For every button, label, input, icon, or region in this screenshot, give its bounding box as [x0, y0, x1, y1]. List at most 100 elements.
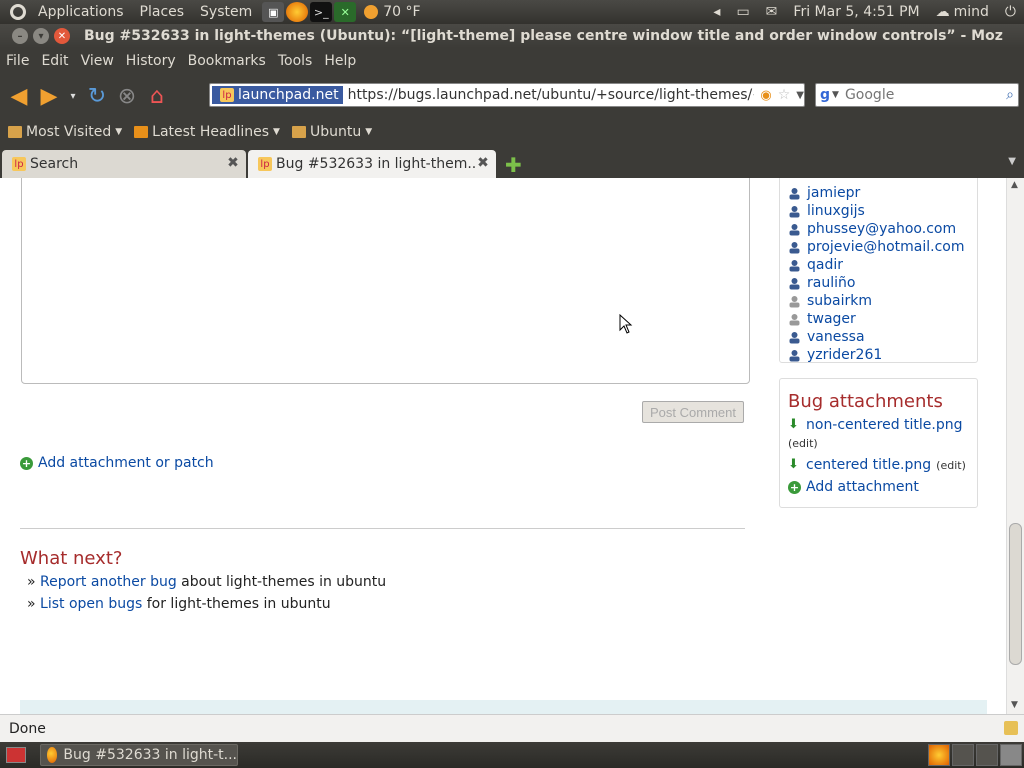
chevron-down-icon: ▼ — [273, 127, 280, 137]
subscriber-link[interactable]: linuxgijs — [807, 203, 865, 219]
battery-icon[interactable]: ▭ — [728, 0, 757, 24]
subscriber-link[interactable]: rauliño — [807, 275, 855, 291]
subscriber-link[interactable]: twager — [807, 311, 856, 327]
tab-list-icon[interactable]: ▼ — [1008, 156, 1016, 167]
google-engine-icon[interactable]: g — [820, 87, 830, 103]
url-input[interactable]: https://bugs.launchpad.net/ubuntu/+sourc… — [348, 87, 755, 103]
workspace-3[interactable] — [976, 744, 998, 766]
new-tab-icon[interactable]: ✚ — [505, 153, 522, 177]
show-desktop-button[interactable] — [6, 747, 26, 763]
bookmark-star-icon[interactable]: ☆ — [778, 87, 791, 103]
trash-icon[interactable] — [1000, 744, 1022, 766]
url-bar[interactable]: lp launchpad.net https://bugs.launchpad.… — [209, 83, 805, 107]
list-open-bugs-link[interactable]: List open bugs — [40, 596, 142, 612]
search-input[interactable] — [844, 87, 985, 103]
subscriber-link[interactable]: subairkm — [807, 293, 872, 309]
add-attachment-or-patch-link[interactable]: Add attachment or patch — [38, 455, 214, 471]
menu-history[interactable]: History — [120, 53, 182, 69]
workspace-1[interactable] — [928, 744, 950, 766]
weather-applet[interactable]: 70 °F — [356, 0, 428, 24]
stop-icon[interactable]: ⊗ — [112, 81, 142, 111]
window-close-button[interactable]: ✕ — [54, 28, 70, 44]
bookmark-most-visited[interactable]: Most Visited ▼ — [2, 124, 128, 140]
user-menu[interactable]: ☁ mind — [928, 0, 997, 24]
menu-view[interactable]: View — [75, 53, 120, 69]
power-icon[interactable]: ⏻ — [997, 0, 1024, 24]
url-dropdown-icon[interactable]: ▼ — [796, 90, 804, 101]
history-dropdown-icon[interactable]: ▾ — [64, 81, 82, 111]
bookmark-latest-headlines[interactable]: Latest Headlines ▼ — [128, 124, 286, 140]
close-tab-icon[interactable]: ✖ — [226, 156, 240, 170]
scrollbar-thumb[interactable] — [1009, 523, 1022, 665]
window-maximize-button[interactable]: ▾ — [33, 28, 49, 44]
taskbar-firefox-window[interactable]: Bug #532633 in light-t... — [40, 744, 238, 766]
attachment-edit-link[interactable]: (edit) — [788, 437, 818, 450]
terminal-launcher-icon[interactable]: >_ — [310, 2, 333, 22]
tab-bug-532633[interactable]: lp Bug #532633 in light-them... ✖ — [248, 150, 496, 178]
firefox-launcher-icon[interactable] — [286, 2, 309, 22]
subscriber-link[interactable]: vanessa — [807, 329, 865, 345]
attachment-item: ⬇ centered title.png (edit) — [788, 457, 966, 473]
search-bar[interactable]: g ▼ ⌕ — [815, 83, 1019, 107]
tools-launcher-icon[interactable]: ✕ — [334, 2, 357, 22]
menu-edit[interactable]: Edit — [35, 53, 74, 69]
subscriber-link[interactable]: jamiepr — [807, 185, 860, 201]
subscriber-link[interactable]: projevie@hotmail.com — [807, 239, 964, 255]
firefox-icon — [47, 747, 58, 763]
screen-lock-icon[interactable]: ▣ — [262, 2, 285, 22]
engine-dropdown-icon[interactable]: ▼ — [832, 90, 839, 100]
close-tab-icon[interactable]: ✖ — [476, 156, 490, 170]
site-identity-button[interactable]: lp launchpad.net — [212, 86, 343, 104]
tab-label: Search — [30, 156, 79, 172]
next-item-list: » List open bugs for light-themes in ubu… — [27, 596, 331, 612]
post-comment-button[interactable]: Post Comment — [642, 401, 744, 423]
download-arrow-icon: ⬇ — [788, 457, 799, 472]
menu-file[interactable]: File — [0, 53, 35, 69]
tab-search[interactable]: lp Search ✖ — [2, 150, 246, 178]
attachment-link[interactable]: non-centered title.png — [806, 417, 963, 433]
ubuntu-logo-icon[interactable] — [10, 4, 26, 20]
volume-icon[interactable]: ◂ — [705, 0, 728, 24]
subscriber-item: vanessa — [788, 329, 865, 345]
site-identity-label: launchpad.net — [238, 87, 339, 103]
back-icon[interactable]: ◀ — [4, 81, 34, 111]
menu-help[interactable]: Help — [318, 53, 362, 69]
mail-icon[interactable]: ✉ — [758, 0, 786, 24]
mouse-cursor-icon — [619, 314, 633, 334]
forward-icon[interactable]: ▶ — [34, 81, 64, 111]
subscriber-link[interactable]: yzrider261 — [807, 347, 882, 363]
bookmark-ubuntu[interactable]: Ubuntu ▼ — [286, 124, 378, 140]
tab-bar: lp Search ✖ lp Bug #532633 in light-them… — [0, 146, 1024, 178]
weather-temp: 70 °F — [383, 4, 421, 20]
window-titlebar[interactable]: – ▾ ✕ Bug #532633 in light-themes (Ubunt… — [0, 24, 1024, 48]
subscriber-link[interactable]: phussey@yahoo.com — [807, 221, 956, 237]
chevron-down-icon: ▼ — [115, 127, 123, 137]
menu-applications[interactable]: Applications — [30, 0, 132, 24]
scroll-up-icon[interactable]: ▲ — [1011, 180, 1018, 190]
comment-textarea[interactable] — [21, 178, 750, 384]
subscriber-link[interactable]: qadir — [807, 257, 843, 273]
lock-icon[interactable] — [1004, 721, 1018, 735]
status-text: Done — [9, 720, 46, 737]
clock[interactable]: Fri Mar 5, 4:51 PM — [785, 0, 927, 24]
report-another-bug-link[interactable]: Report another bug — [40, 574, 177, 590]
attachment-link[interactable]: centered title.png — [806, 457, 931, 473]
add-attachment-link[interactable]: Add attachment — [806, 479, 919, 495]
home-icon[interactable]: ⌂ — [142, 81, 172, 111]
rss-feed-icon[interactable]: ◉ — [760, 88, 771, 103]
plus-icon: + — [20, 456, 33, 470]
search-icon[interactable]: ⌕ — [1006, 87, 1014, 103]
scroll-down-icon[interactable]: ▼ — [1011, 700, 1018, 710]
add-attachment[interactable]: + Add attachment — [788, 479, 919, 495]
attachment-edit-link[interactable]: (edit) — [936, 459, 966, 472]
menu-system[interactable]: System — [192, 0, 260, 24]
vertical-scrollbar[interactable]: ▲ ▼ — [1006, 178, 1024, 714]
menu-places[interactable]: Places — [132, 0, 193, 24]
add-attachment-or-patch[interactable]: + Add attachment or patch — [20, 455, 214, 471]
menu-bookmarks[interactable]: Bookmarks — [182, 53, 272, 69]
reload-icon[interactable]: ↻ — [82, 81, 112, 111]
workspace-2[interactable] — [952, 744, 974, 766]
launchpad-favicon-icon: lp — [12, 157, 26, 171]
window-minimize-button[interactable]: – — [12, 28, 28, 44]
menu-tools[interactable]: Tools — [272, 53, 319, 69]
